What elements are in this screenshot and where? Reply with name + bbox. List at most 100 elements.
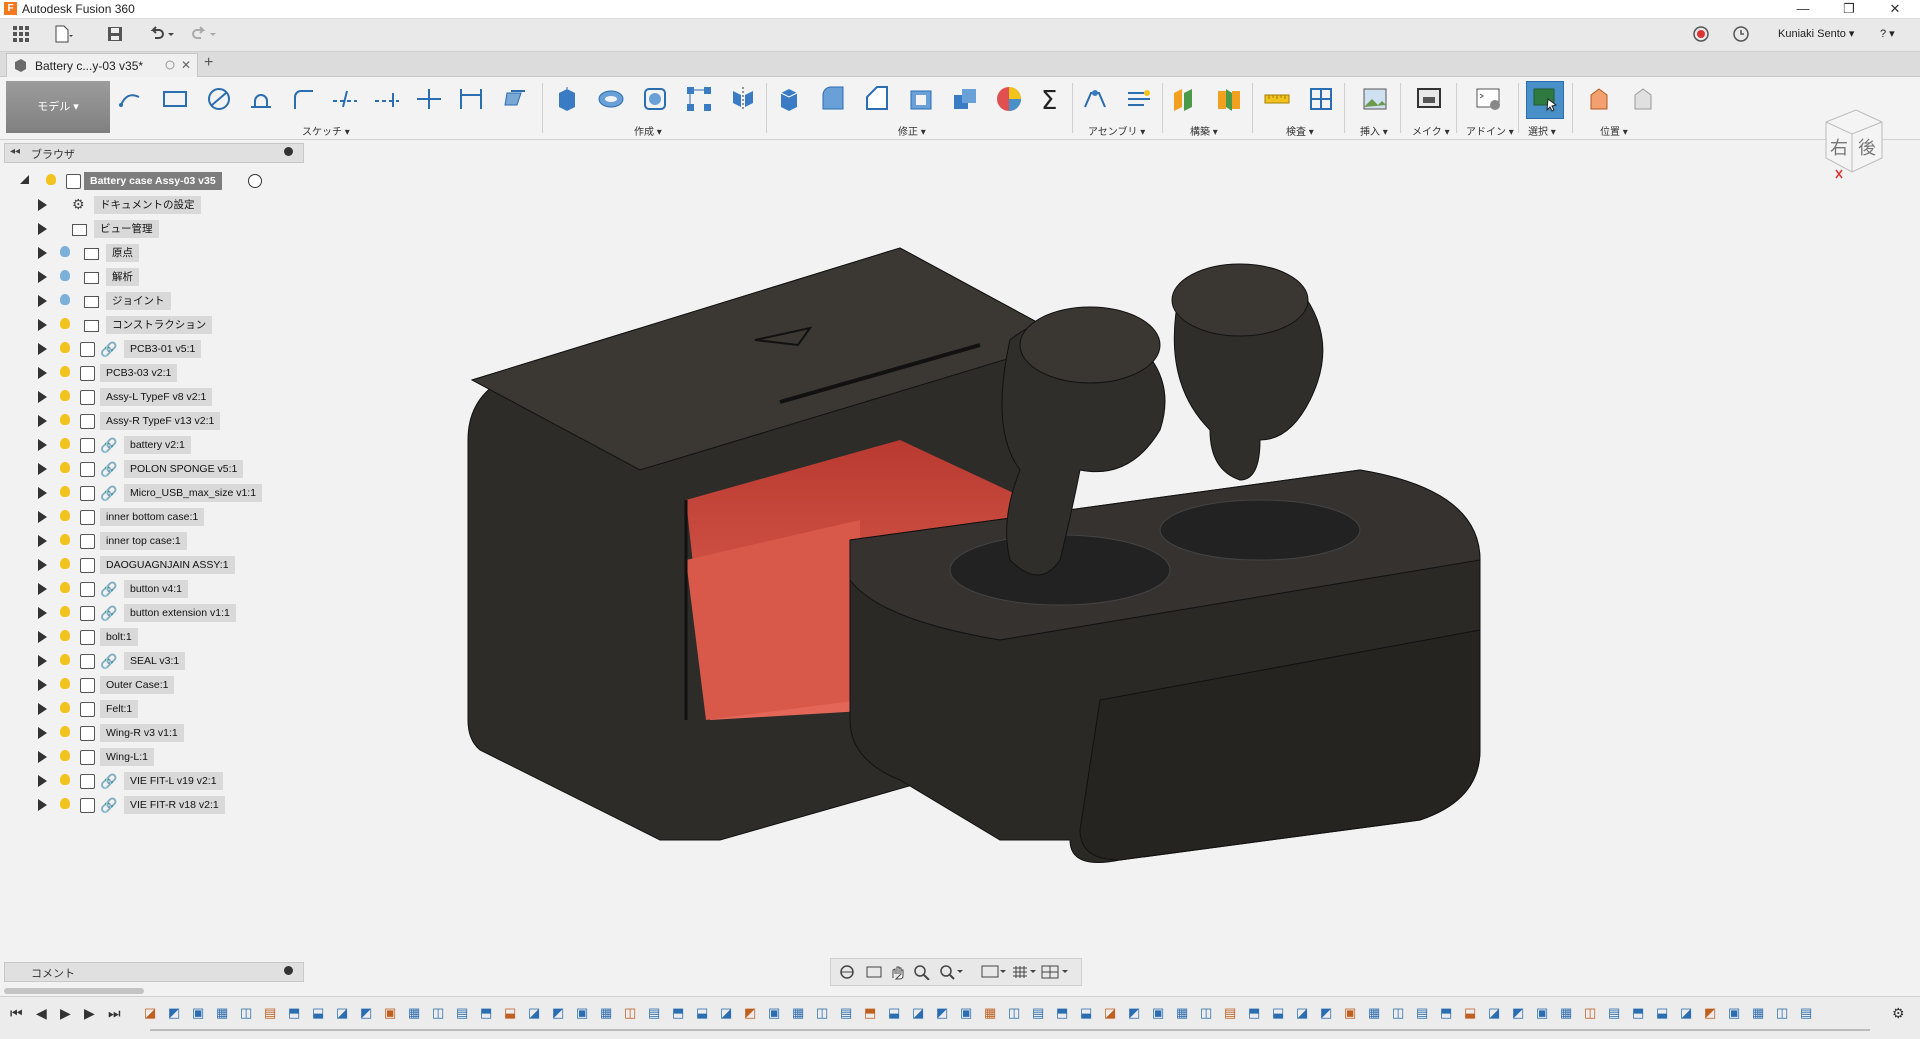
expand-triangle-icon[interactable] [38, 295, 47, 307]
timeline-feature-icon[interactable]: ◪ [336, 1005, 360, 1021]
save-icon[interactable] [104, 25, 126, 45]
browser-item[interactable]: 🔗 SEAL v3:1 [38, 652, 288, 670]
timeline-feature-icon[interactable]: ⬒ [1440, 1005, 1464, 1021]
expand-triangle-icon[interactable] [38, 775, 47, 787]
capture-position-icon[interactable] [1584, 85, 1614, 113]
timeline-feature-icon[interactable]: ⬒ [1248, 1005, 1272, 1021]
visibility-bulb-icon[interactable] [60, 366, 70, 377]
timeline-feature-icon[interactable]: ◪ [720, 1005, 744, 1021]
visibility-bulb-icon[interactable] [60, 246, 70, 257]
browser-item[interactable]: コンストラクション [38, 316, 288, 334]
timeline-feature-icon[interactable]: ▣ [192, 1005, 216, 1021]
timeline-feature-icon[interactable]: ⬒ [480, 1005, 504, 1021]
timeline-feature-icon[interactable]: ▣ [960, 1005, 984, 1021]
fit-zoom-icon[interactable] [939, 964, 963, 980]
modify-group-label[interactable]: 修正 ▾ [898, 123, 926, 138]
timeline-feature-icon[interactable]: ▤ [1800, 1005, 1824, 1021]
expand-triangle-icon[interactable] [38, 199, 47, 211]
expand-triangle-icon[interactable] [38, 583, 47, 595]
timeline-feature-icon[interactable]: ⬓ [1272, 1005, 1296, 1021]
timeline-feature-icon[interactable]: ▣ [768, 1005, 792, 1021]
sketch-break-icon[interactable] [414, 85, 444, 113]
timeline-feature-icon[interactable]: ⬓ [1656, 1005, 1680, 1021]
browser-item[interactable]: 🔗 POLON SPONGE v5:1 [38, 460, 288, 478]
timeline-feature-icon[interactable]: ▣ [576, 1005, 600, 1021]
timeline-feature-icon[interactable]: ▦ [408, 1005, 432, 1021]
visibility-bulb-icon[interactable] [60, 654, 70, 665]
select-group-label[interactable]: 選択 ▾ [1528, 123, 1556, 138]
timeline-feature-icon[interactable]: ◫ [1008, 1005, 1032, 1021]
timeline-track[interactable] [150, 1029, 1870, 1031]
sketch-extend-icon[interactable] [372, 85, 402, 113]
timeline-feature-icon[interactable]: ▤ [648, 1005, 672, 1021]
timeline-feature-icon[interactable]: ▤ [1032, 1005, 1056, 1021]
timeline-feature-icon[interactable]: ⬓ [312, 1005, 336, 1021]
display-settings-icon[interactable] [981, 964, 1007, 980]
combine-icon[interactable] [950, 85, 980, 113]
timeline-feature-icon[interactable]: ◫ [816, 1005, 840, 1021]
expand-triangle-icon[interactable] [38, 655, 47, 667]
timeline-feature-icon[interactable]: ⬓ [504, 1005, 528, 1021]
timeline-feature-icon[interactable]: ▦ [1176, 1005, 1200, 1021]
timeline-feature-icon[interactable]: ▣ [384, 1005, 408, 1021]
browser-item[interactable]: inner top case:1 [38, 532, 288, 550]
close-tab-button[interactable]: ✕ [181, 58, 191, 72]
browser-item[interactable]: Wing-L:1 [38, 748, 288, 766]
browser-item[interactable]: Wing-R v3 v1:1 [38, 724, 288, 742]
timeline-feature-icon[interactable]: ◩ [744, 1005, 768, 1021]
revert-position-icon[interactable] [1626, 85, 1656, 113]
comment-add-icon[interactable] [284, 966, 293, 975]
timeline-feature-icon[interactable]: ▣ [1728, 1005, 1752, 1021]
visibility-bulb-icon[interactable] [60, 486, 70, 497]
user-account-menu[interactable]: Kuniaki Sento ▾ [1778, 27, 1854, 40]
timeline-feature-icon[interactable]: ◩ [552, 1005, 576, 1021]
scripts-addins-icon[interactable] [1474, 85, 1504, 113]
midplane-icon[interactable] [1214, 85, 1244, 113]
browser-item[interactable]: Assy-R TypeF v13 v2:1 [38, 412, 288, 430]
minimize-button[interactable]: — [1780, 0, 1826, 18]
timeline-feature-icon[interactable]: ◫ [1584, 1005, 1608, 1021]
expand-triangle-icon[interactable] [38, 367, 47, 379]
maximize-button[interactable]: ❐ [1826, 0, 1872, 18]
3d-print-icon[interactable] [1414, 85, 1444, 113]
help-menu[interactable]: ? ▾ [1880, 27, 1895, 40]
select-tool-icon[interactable] [1526, 81, 1564, 119]
assembly-group-label[interactable]: アセンブリ ▾ [1088, 123, 1145, 138]
visibility-bulb-icon[interactable] [46, 174, 56, 185]
timeline-feature-icon[interactable]: ◫ [432, 1005, 456, 1021]
expand-triangle-icon[interactable] [38, 727, 47, 739]
visibility-bulb-icon[interactable] [60, 270, 70, 281]
fillet-icon[interactable] [818, 85, 848, 113]
timeline-feature-icon[interactable]: ▦ [1368, 1005, 1392, 1021]
expand-triangle-icon[interactable] [38, 511, 47, 523]
insert-group-label[interactable]: 挿入 ▾ [1360, 123, 1388, 138]
sketch-fillet-icon[interactable] [288, 85, 318, 113]
expand-triangle-icon[interactable] [38, 679, 47, 691]
section-analysis-icon[interactable] [1306, 85, 1336, 113]
expand-triangle-icon[interactable] [38, 487, 47, 499]
expand-triangle-icon[interactable] [38, 391, 47, 403]
browser-item[interactable]: 🔗 button extension v1:1 [38, 604, 288, 622]
browser-item[interactable]: 🔗 VIE FIT-R v18 v2:1 [38, 796, 288, 814]
visibility-bulb-icon[interactable] [60, 342, 70, 353]
timeline-feature-icon[interactable]: ▤ [1224, 1005, 1248, 1021]
browser-item[interactable]: DAOGUAGNJAIN ASSY:1 [38, 556, 288, 574]
browser-item[interactable]: Felt:1 [38, 700, 288, 718]
visibility-bulb-icon[interactable] [60, 438, 70, 449]
zoom-icon[interactable] [913, 964, 931, 980]
visibility-bulb-icon[interactable] [60, 750, 70, 761]
expand-triangle-icon[interactable] [38, 319, 47, 331]
measure-icon[interactable] [1262, 85, 1292, 113]
browser-item[interactable]: 🔗 button v4:1 [38, 580, 288, 598]
timeline-feature-icon[interactable]: ◩ [1128, 1005, 1152, 1021]
compute-all-sigma-icon[interactable]: Σ [1036, 85, 1066, 113]
expand-triangle-icon[interactable] [38, 703, 47, 715]
expand-triangle-icon[interactable] [38, 439, 47, 451]
timeline-feature-icon[interactable]: ▦ [984, 1005, 1008, 1021]
timeline-feature-icon[interactable]: ◩ [1320, 1005, 1344, 1021]
as-built-joint-icon[interactable] [1124, 85, 1154, 113]
new-tab-button[interactable]: + [204, 54, 213, 72]
visibility-bulb-icon[interactable] [60, 702, 70, 713]
collapse-browser-icon[interactable]: ◂◂ [10, 146, 20, 157]
expand-triangle-icon[interactable] [38, 559, 47, 571]
